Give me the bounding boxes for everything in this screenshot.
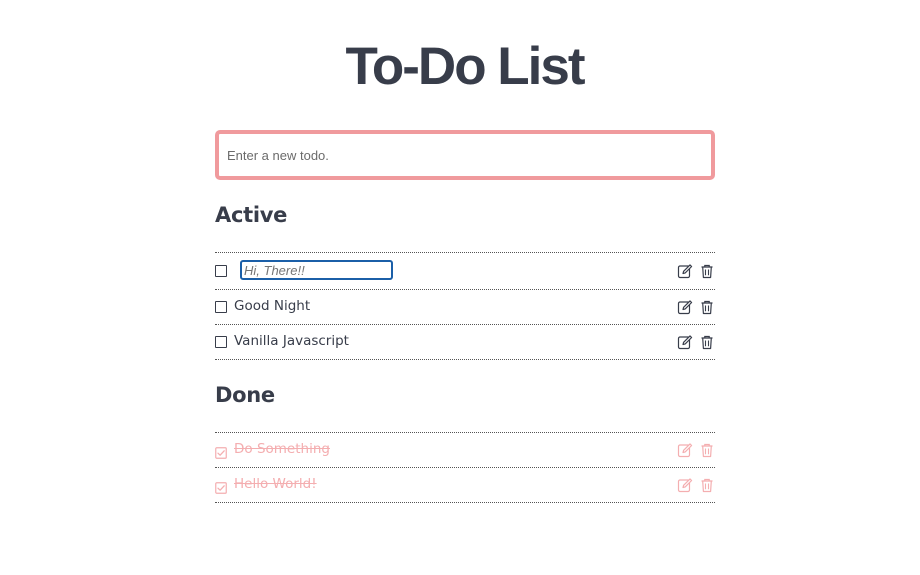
checkbox-empty-icon[interactable] <box>215 265 227 277</box>
done-item: Do Something <box>215 433 715 468</box>
item-actions <box>677 442 715 458</box>
active-item <box>215 253 715 290</box>
edit-icon[interactable] <box>677 477 693 493</box>
trash-icon[interactable] <box>699 263 715 279</box>
todo-app: To-Do List Active <box>0 0 920 575</box>
checkbox-empty-icon[interactable] <box>215 301 227 313</box>
todo-label: Vanilla Javascript <box>234 333 349 349</box>
edit-icon[interactable] <box>677 334 693 350</box>
todo-label: Do Something <box>234 441 330 457</box>
trash-icon[interactable] <box>699 442 715 458</box>
active-item: Good Night <box>215 290 715 325</box>
new-todo-input[interactable] <box>215 130 715 180</box>
edit-icon[interactable] <box>677 299 693 315</box>
active-item: Vanilla Javascript <box>215 325 715 360</box>
item-actions <box>677 299 715 315</box>
edit-todo-input[interactable] <box>240 260 393 280</box>
page-title: To-Do List <box>345 37 585 96</box>
active-heading: Active <box>215 203 288 227</box>
trash-icon[interactable] <box>699 477 715 493</box>
edit-icon[interactable] <box>677 442 693 458</box>
edit-icon[interactable] <box>677 263 693 279</box>
trash-icon[interactable] <box>699 334 715 350</box>
done-heading: Done <box>215 383 275 407</box>
checkbox-empty-icon[interactable] <box>215 336 227 348</box>
done-list: Do Something Hello World! <box>215 432 715 503</box>
item-actions <box>677 263 715 279</box>
done-item: Hello World! <box>215 468 715 503</box>
todo-label: Hello World! <box>234 476 317 492</box>
item-actions <box>677 334 715 350</box>
checkbox-checked-icon[interactable] <box>215 479 227 494</box>
item-actions <box>677 477 715 493</box>
checkbox-checked-icon[interactable] <box>215 444 227 459</box>
todo-label: Good Night <box>234 298 311 314</box>
trash-icon[interactable] <box>699 299 715 315</box>
active-list: Good Night <box>215 252 715 360</box>
